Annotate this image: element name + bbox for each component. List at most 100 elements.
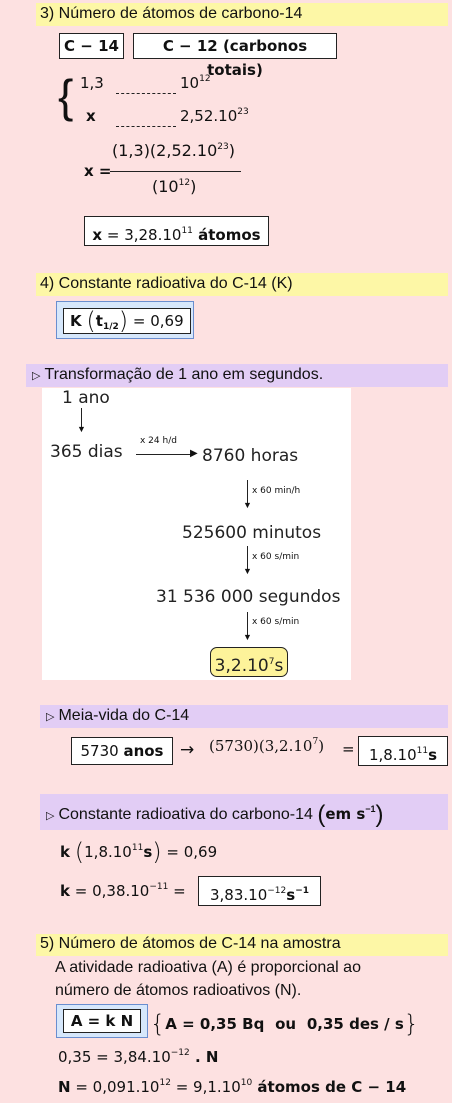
constant-result-base: 3,83.10 [209, 886, 268, 904]
years-unit: anos [123, 742, 164, 760]
eq-den-exp: 12 [178, 178, 191, 188]
product-close: ) [318, 737, 325, 755]
l1-base: 1,8.10 [84, 843, 132, 861]
l2-equals: = [168, 882, 186, 900]
k-label: k [60, 843, 70, 861]
sys-right-1-exp: 12 [199, 74, 211, 84]
sys-right-2-base: 2,52.10 [180, 107, 238, 125]
constant-title: ▷ Constante radioativa do carbono-14 (em … [46, 801, 384, 828]
down-arrow-1-head: ▼ [77, 424, 86, 434]
eq-num-exp: 23 [217, 142, 229, 152]
triangle-icon: ▷ [46, 810, 55, 822]
result-var: x [92, 226, 103, 244]
dash-1 [108, 84, 184, 101]
arrow3-label: x 60 s/min [252, 552, 300, 562]
akn-inner-box: A = k N [63, 1009, 141, 1033]
section3-title: 3) Número de átomos de carbono-14 [40, 5, 303, 22]
constant-line-2: k = 0,38.10−11 = [60, 882, 186, 900]
seconds: 31 536 000 segundos [156, 587, 341, 607]
line-3: 0,35 = 3,84.10−12 . N [58, 1048, 218, 1066]
dash-2 [108, 117, 184, 134]
paragraph-line-2: número de átomos radioativos (N). [55, 982, 302, 999]
down-arrow-3-head: ▼ [243, 566, 252, 576]
constant-result-box: 3,83.10−12s−1 [198, 876, 321, 906]
n-label: N [58, 1078, 71, 1096]
l1-unit: s [143, 843, 153, 861]
line4-result-exp: 10 [240, 1078, 253, 1088]
right-arrow-head: ▶ [190, 448, 198, 459]
activity-brace: {A = 0,35 Bq ou 0,35 des / s} [150, 1010, 420, 1038]
eq-num-close: ) [228, 141, 235, 160]
product-base: (5730)(3,2.10 [209, 737, 313, 755]
k-box: K (t1/2) = 0,69 [56, 301, 194, 339]
section5-title: 5) Número de átomos de C-14 na amostra [40, 935, 341, 952]
result-exp: 11 [181, 226, 193, 236]
arrow2-label: x 60 min/h [252, 486, 301, 496]
c14-box: C − 14 [59, 33, 124, 59]
constant-result-unit-exp: −1 [295, 886, 309, 896]
right-arrow [136, 454, 194, 455]
minutes: 525600 minutos [182, 523, 322, 543]
triangle-icon: ▷ [32, 370, 41, 382]
line4-unit: átomos de C − 14 [252, 1078, 407, 1096]
eq-num-base: (1,3)(2,52.10 [112, 141, 218, 160]
system-brace: { [58, 70, 74, 122]
section4-title: 4) Constante radioativa do C-14 (K) [40, 275, 293, 292]
half-life-title: ▷ Meia-vida do C-14 [46, 707, 189, 725]
result-unit: átomos [192, 226, 261, 244]
seconds-result-base: 3,2.10 [214, 656, 269, 676]
line3-n: . N [189, 1048, 219, 1066]
down-arrow-4-head: ▼ [243, 632, 252, 642]
eq-lhs: x = [84, 162, 112, 180]
constant-line-1: k (1,8.1011s) = 0,69 [60, 838, 218, 866]
line3-exp: −12 [170, 1048, 190, 1058]
conversion-figure: 1 ano ▼ 365 dias x 24 h/d ▶ 8760 horas ▼… [42, 388, 351, 680]
line-4: N = 0,091.1012 = 9,1.1010 átomos de C − … [58, 1078, 406, 1096]
eq-denominator: (1012) [152, 177, 196, 196]
k-label-2: k [60, 882, 70, 900]
akn-box: A = k N [56, 1004, 148, 1038]
system-line-1: 1,3 [80, 74, 104, 92]
k-value: = 0,69 [128, 312, 184, 330]
result-value: = 3,28.10 [102, 226, 182, 244]
equals-sign: = [342, 740, 355, 758]
paragraph-line-1: A atividade radioativa (A) é proporciona… [55, 959, 361, 976]
line4-base: = 0,091.10 [70, 1078, 160, 1096]
eq-den-close: ) [190, 177, 197, 196]
sys-right-2-exp: 23 [237, 107, 249, 117]
arrow4-label: x 60 s/min [252, 617, 300, 627]
eq-den-base: (10 [152, 177, 179, 196]
constant-result-exp: −12 [267, 886, 287, 896]
half-life-result-exp: 11 [416, 746, 429, 756]
sys-right-1: 1012 [180, 74, 211, 92]
seconds-result-unit: s [274, 656, 284, 676]
c12-box: C − 12 (carbonos totais) [133, 33, 337, 79]
conversion-arrow: → [180, 740, 195, 760]
arrow1-label: x 24 h/d [140, 436, 177, 446]
conversion-title-text: Transformação de 1 ano em segundos. [44, 366, 324, 383]
line3-base: 0,35 = 3,84.10 [58, 1048, 171, 1066]
seconds-result-box: 3,2.107s [210, 647, 288, 677]
years-box: 5730 anos [71, 737, 173, 765]
l2-base: = 0,38.10 [69, 882, 150, 900]
half-life-title-text: Meia-vida do C-14 [58, 707, 190, 724]
activity-des: 0,35 des / s [306, 1015, 404, 1033]
hours: 8760 horas [202, 446, 299, 466]
atoms-result-box: x = 3,28.1011 átomos [84, 216, 269, 246]
constant-result-unit: s [286, 886, 296, 904]
line4-exp: 12 [159, 1078, 171, 1088]
constant-title-text: Constante radioativa do carbono-14 [58, 806, 318, 823]
one-year: 1 ano [62, 388, 110, 408]
t-subscript: 1/2 [102, 322, 119, 332]
l1-value: = 0,69 [161, 843, 218, 861]
l1-exp: 11 [131, 843, 144, 853]
half-life-product: (5730)(3,2.107) [209, 737, 324, 755]
half-life-result-box: 1,8.1011s [358, 736, 448, 766]
l2-exp: −11 [149, 882, 169, 892]
activity-bq: A = 0,35 Bq [165, 1015, 265, 1033]
down-arrow-2-head: ▼ [243, 500, 252, 510]
half-life-result-base: 1,8.10 [368, 746, 417, 764]
days: 365 dias [50, 442, 123, 462]
eq-numerator: (1,3)(2,52.1023) [112, 141, 235, 160]
sys-left-1: 1,3 [80, 74, 104, 92]
